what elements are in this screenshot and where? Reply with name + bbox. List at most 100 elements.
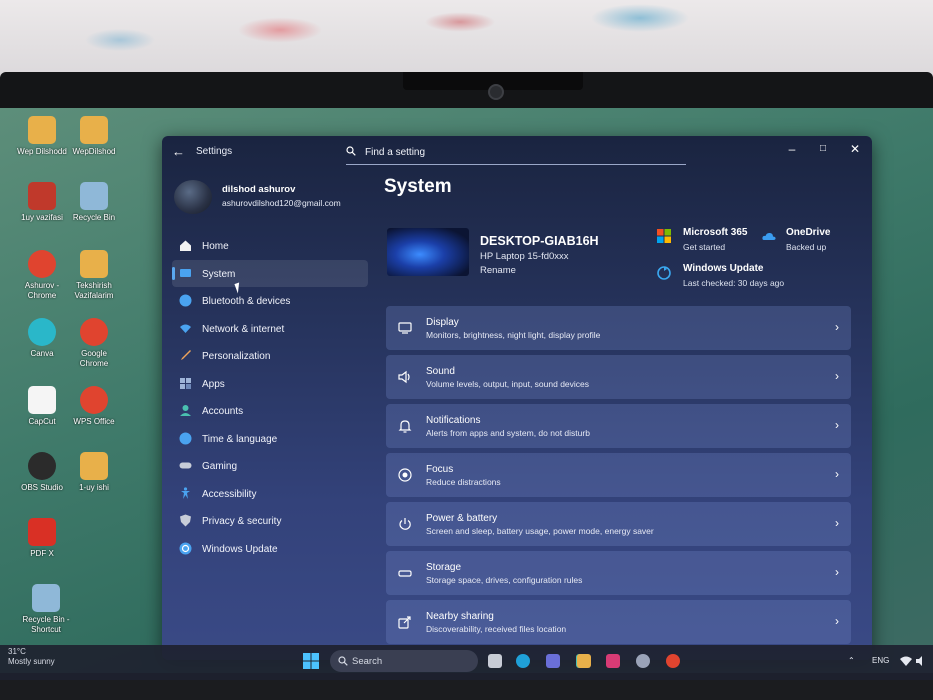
desktop-icon-1uy-vazifasi[interactable]: 1uy vazifasi — [14, 182, 70, 223]
sidebar-item-apps[interactable]: Apps — [172, 370, 368, 398]
windows-update-icon — [657, 266, 671, 280]
sidebar-item-time-language[interactable]: Time & language — [172, 425, 368, 453]
sidebar-item-accounts[interactable]: Accounts — [172, 397, 368, 425]
card-power-battery[interactable]: Power & battery Screen and sleep, batter… — [386, 502, 851, 546]
canva-icon — [28, 318, 56, 346]
card-nearby-sharing[interactable]: Nearby sharing Discoverability, received… — [386, 600, 851, 644]
sidebar-nav: Home System Bluetooth & devices Network … — [172, 232, 368, 562]
minimize-button[interactable]: – — [782, 142, 802, 156]
edge-icon[interactable] — [516, 654, 530, 668]
desktop-icon-capcut[interactable]: CapCut — [14, 386, 70, 427]
capcut-icon — [28, 386, 56, 414]
desktop-icon-tekshirish[interactable]: Tekshirish Vazifalarim — [66, 250, 122, 301]
folder-icon — [28, 116, 56, 144]
sidebar-item-bluetooth[interactable]: Bluetooth & devices — [172, 287, 368, 315]
back-arrow-icon[interactable]: ← — [172, 144, 185, 159]
chevron-right-icon: › — [835, 369, 839, 383]
desktop-icon-1-uy-ishi[interactable]: 1-uy ishi — [66, 452, 122, 493]
card-notifications[interactable]: Notifications Alerts from apps and syste… — [386, 404, 851, 448]
shield-icon — [180, 514, 191, 527]
weather-widget[interactable]: 31°C Mostly sunny — [8, 647, 55, 667]
search-icon — [346, 146, 356, 156]
desktop-icon-obs-studio[interactable]: OBS Studio — [14, 452, 70, 493]
chevron-up-icon[interactable]: ⌃ — [848, 656, 855, 665]
focus-icon — [398, 468, 412, 482]
weather-temp: 31°C — [8, 647, 26, 656]
teams-icon[interactable] — [546, 654, 560, 668]
close-button[interactable]: ✕ — [845, 142, 865, 156]
card-display[interactable]: Display Monitors, brightness, night ligh… — [386, 306, 851, 350]
taskbar-search-placeholder: Search — [352, 656, 383, 667]
desktop-icon-canva[interactable]: Canva — [14, 318, 70, 359]
home-icon — [180, 240, 191, 251]
desktop-icon-ashurov-chrome[interactable]: Ashurov - Chrome — [14, 250, 70, 301]
profile-email: ashurovdilshod120@gmail.com — [222, 198, 341, 208]
desktop-icon-wps-office[interactable]: WPS Office — [66, 386, 122, 427]
desktop-icon-recycle-bin[interactable]: Recycle Bin — [66, 182, 122, 223]
chevron-right-icon: › — [835, 467, 839, 481]
chevron-right-icon: › — [835, 565, 839, 579]
sidebar-item-home[interactable]: Home — [172, 232, 368, 260]
chevron-right-icon: › — [835, 320, 839, 334]
onedrive-title[interactable]: OneDrive — [786, 227, 830, 238]
sidebar-item-personalization[interactable]: Personalization — [172, 342, 368, 370]
window-title: Settings — [196, 146, 233, 157]
rename-link[interactable]: Rename — [480, 265, 516, 276]
media-player-icon[interactable] — [606, 654, 620, 668]
avatar — [174, 180, 212, 214]
accessibility-icon — [181, 486, 190, 499]
update-icon — [179, 542, 192, 554]
bluetooth-icon — [179, 294, 192, 307]
webcam-icon — [488, 84, 504, 100]
device-name: DESKTOP-GIAB16H — [480, 234, 599, 248]
microsoft-365-title[interactable]: Microsoft 365 — [683, 227, 747, 238]
sidebar-item-accessibility[interactable]: Accessibility — [172, 480, 368, 508]
chrome-icon — [28, 250, 56, 278]
settings-window: ← Settings Find a setting – □ ✕ dilshod … — [162, 136, 872, 660]
settings-icon[interactable] — [636, 654, 650, 668]
monitor-icon — [398, 322, 412, 334]
microsoft-365-sub: Get started — [683, 242, 726, 252]
weather-text: Mostly sunny — [8, 657, 55, 666]
share-icon — [398, 616, 411, 629]
speaker-icon[interactable] — [916, 656, 928, 666]
maximize-button[interactable]: □ — [813, 143, 833, 154]
desktop-icon-wepdilshod[interactable]: WepDilshod — [66, 116, 122, 157]
desktop-icon-recycle-bin-shortcut[interactable]: Recycle Bin - Shortcut — [18, 584, 74, 635]
folder-icon — [80, 250, 108, 278]
user-profile[interactable]: dilshod ashurov ashurovdilshod120@gmail.… — [174, 180, 374, 220]
card-storage[interactable]: Storage Storage space, drives, configura… — [386, 551, 851, 595]
display-icon — [180, 268, 191, 277]
card-focus[interactable]: Focus Reduce distractions › — [386, 453, 851, 497]
onedrive-sub: Backed up — [786, 242, 827, 252]
desktop-icon-pdf-x[interactable]: PDF X — [14, 518, 70, 559]
sidebar-item-privacy[interactable]: Privacy & security — [172, 507, 368, 535]
desktop-icon-wep-dilshodd[interactable]: Wep Dilshodd — [14, 116, 70, 157]
card-sound[interactable]: Sound Volume levels, output, input, soun… — [386, 355, 851, 399]
microsoft-365-icon — [657, 229, 671, 243]
profile-name: dilshod ashurov — [222, 184, 296, 195]
wifi-icon[interactable] — [900, 656, 912, 666]
sidebar-item-system[interactable]: System — [172, 259, 368, 287]
apps-icon — [180, 377, 191, 389]
windows-start-icon[interactable] — [303, 653, 319, 669]
person-icon — [180, 405, 191, 416]
sidebar-item-gaming[interactable]: Gaming — [172, 452, 368, 480]
chevron-right-icon: › — [835, 418, 839, 432]
desktop-wallpaper-thumbnail — [387, 228, 469, 276]
recycle-bin-icon — [80, 182, 108, 210]
settings-search-input[interactable]: Find a setting — [346, 142, 686, 165]
desktop-icon-google-chrome[interactable]: Google Chrome — [66, 318, 122, 369]
folder-icon — [80, 116, 108, 144]
task-view-icon[interactable] — [488, 654, 502, 668]
taskbar-search-input[interactable]: Search — [330, 650, 478, 672]
file-explorer-icon[interactable] — [577, 654, 591, 668]
windows-update-title[interactable]: Windows Update — [683, 263, 763, 274]
windows-update-sub: Last checked: 30 days ago — [683, 278, 785, 288]
settings-card-list: Display Monitors, brightness, night ligh… — [386, 306, 851, 649]
sidebar-item-windows-update[interactable]: Windows Update — [172, 535, 368, 563]
obs-studio-icon — [28, 452, 56, 480]
sidebar-item-network[interactable]: Network & internet — [172, 315, 368, 343]
chrome-icon[interactable] — [666, 654, 680, 668]
language-indicator[interactable]: ENG — [872, 656, 889, 665]
